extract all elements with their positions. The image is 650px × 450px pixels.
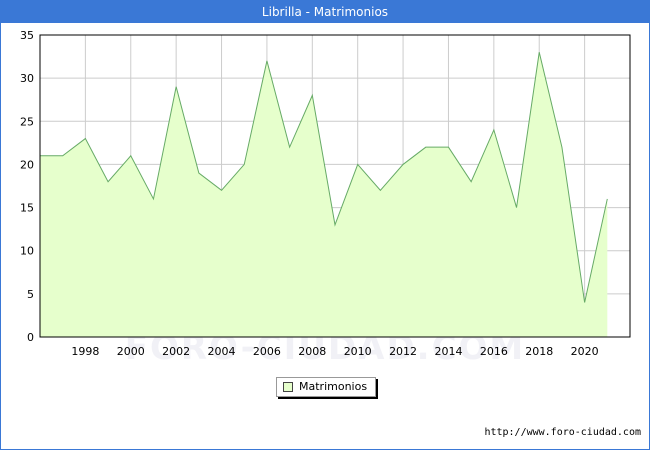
legend: Matrimonios [276, 377, 376, 397]
x-tick-label: 2004 [208, 345, 236, 358]
y-tick-label: 15 [20, 202, 34, 215]
data-point [130, 155, 132, 157]
data-point [243, 163, 245, 165]
x-tick-label: 2020 [571, 345, 599, 358]
data-point [447, 146, 449, 148]
y-tick-label: 25 [20, 115, 34, 128]
data-point [198, 172, 200, 174]
data-point [107, 180, 109, 182]
data-point [152, 198, 154, 200]
y-tick-label: 30 [20, 72, 34, 85]
data-point [356, 163, 358, 165]
y-tick-label: 20 [20, 158, 34, 171]
data-point [266, 60, 268, 62]
data-point [379, 189, 381, 191]
x-tick-label: 2012 [389, 345, 417, 358]
data-point [538, 51, 540, 53]
data-point [175, 86, 177, 88]
x-tick-label: 1998 [71, 345, 99, 358]
x-tick-label: 2000 [117, 345, 145, 358]
x-tick-label: 2016 [480, 345, 508, 358]
data-point [470, 180, 472, 182]
data-point [402, 163, 404, 165]
y-tick-label: 5 [27, 288, 34, 301]
data-point [84, 137, 86, 139]
data-point [220, 189, 222, 191]
data-point [583, 301, 585, 303]
data-point [561, 146, 563, 148]
data-point [515, 206, 517, 208]
x-tick-label: 2002 [162, 345, 190, 358]
y-tick-label: 10 [20, 245, 34, 258]
data-point [61, 155, 63, 157]
x-tick-label: 2006 [253, 345, 281, 358]
data-point [606, 198, 608, 200]
y-tick-label: 0 [27, 331, 34, 344]
data-point [311, 94, 313, 96]
x-tick-label: 2010 [344, 345, 372, 358]
x-tick-label: 2018 [525, 345, 553, 358]
data-point [288, 146, 290, 148]
data-point [425, 146, 427, 148]
source-url[interactable]: http://www.foro-ciudad.com [484, 427, 641, 438]
legend-swatch [283, 382, 293, 392]
legend-label: Matrimonios [299, 380, 368, 393]
data-point [493, 129, 495, 131]
x-tick-label: 2008 [298, 345, 326, 358]
data-point [334, 224, 336, 226]
x-tick-label: 2014 [434, 345, 462, 358]
y-tick-label: 35 [20, 29, 34, 42]
